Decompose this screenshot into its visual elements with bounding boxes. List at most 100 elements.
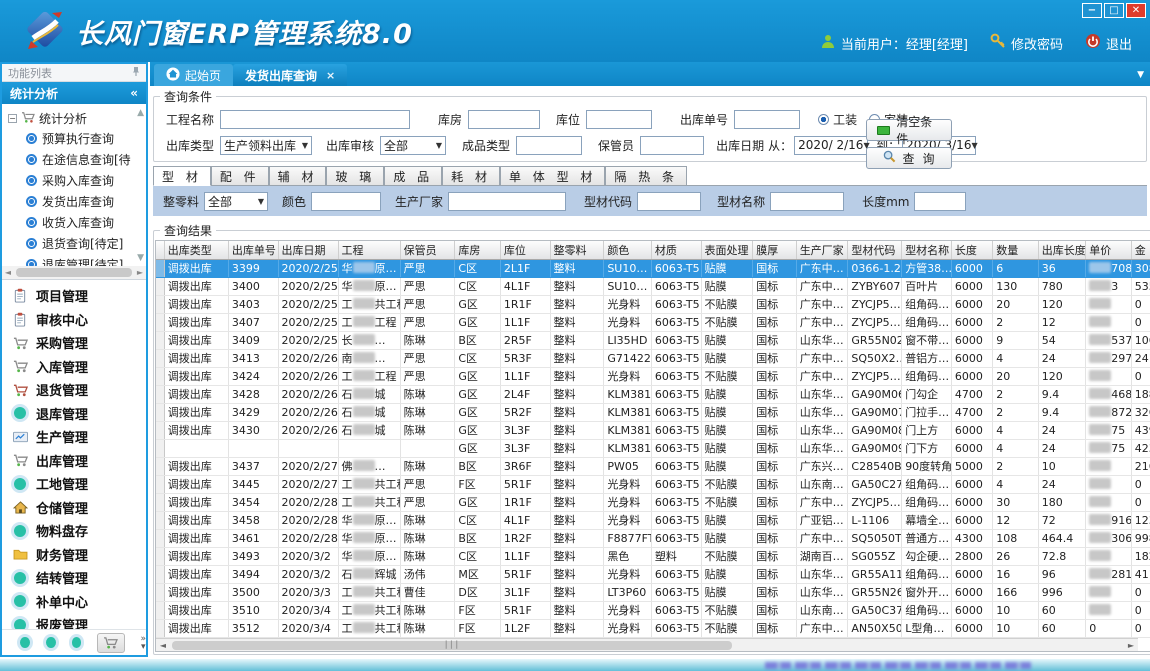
change-password-button[interactable]: 修改密码 [990, 33, 1063, 53]
column-header[interactable]: 型材代码 [848, 241, 902, 259]
more-modules-button[interactable]: »▾ [141, 635, 147, 651]
logout-button[interactable]: 退出 [1085, 33, 1132, 53]
sidebar-item-财务管理[interactable]: 财务管理 [2, 543, 146, 567]
sidebar-item-结转管理[interactable]: 结转管理 [2, 566, 146, 590]
order-no-input[interactable] [734, 110, 800, 129]
material-tab-3[interactable]: 辅 材 [269, 166, 327, 185]
project-name-input[interactable] [220, 110, 410, 129]
table-row[interactable]: 调拨出库34242020/2/26工工程严思G区1L1F整料光身料6063-T5… [156, 367, 1150, 385]
column-header[interactable]: 颜色 [604, 241, 652, 259]
tab-home[interactable]: 起始页 [154, 64, 233, 86]
material-tab-7[interactable]: 单 体 型 材 [500, 166, 605, 185]
tree-horizontal-scrollbar[interactable]: ◄ ► [2, 266, 146, 279]
column-header[interactable]: 数量 [993, 241, 1039, 259]
column-header[interactable]: 工程 [338, 241, 400, 259]
outbound-type-select[interactable]: 生产领料出库▼ [220, 136, 312, 155]
table-row[interactable]: G区3L3F整料KLM38176063-T5贴膜国标山东华…GA90M09.门下… [156, 439, 1150, 457]
column-header[interactable]: 出库日期 [278, 241, 338, 259]
radio-gongzhuang[interactable] [818, 114, 829, 125]
table-row[interactable]: 调拨出库35002020/3/3工共工程曹佳D区3L1F整料LT3P606063… [156, 583, 1150, 601]
scrollbar-thumb[interactable] [16, 268, 132, 277]
profile-code-input[interactable] [637, 192, 701, 211]
table-row[interactable]: 调拨出库34452020/2/27工共工程严思F区5R1F整料光身料6063-T… [156, 475, 1150, 493]
tab-shipment-outbound-query[interactable]: 发货出库查询 × [233, 64, 347, 86]
manufacturer-input[interactable] [448, 192, 566, 211]
module-dot-icon[interactable] [72, 637, 82, 648]
material-tab-2[interactable]: 配 件 [211, 166, 269, 185]
sidebar-item-入库管理[interactable]: 入库管理 [2, 355, 146, 379]
keeper-input[interactable] [640, 136, 704, 155]
column-header[interactable]: 保管员 [400, 241, 455, 259]
module-dot-icon[interactable] [20, 637, 30, 648]
tree-expander-icon[interactable]: − [8, 114, 17, 123]
tree-item[interactable]: 发货出库查询 [8, 191, 144, 212]
tree-root-statistics[interactable]: − 统计分析 [8, 108, 144, 128]
table-row[interactable]: 调拨出库34932020/3/2华原…陈琳C区1L1F整料黑色塑料不贴膜国标湖南… [156, 547, 1150, 565]
table-row[interactable]: 调拨出库34582020/2/28华原…陈琳C区4L1F整料光身料6063-T5… [156, 511, 1150, 529]
column-header[interactable]: 库房 [455, 241, 501, 259]
tab-list-caret-icon[interactable]: ▼ [1137, 70, 1144, 80]
material-tab-6[interactable]: 耗 材 [442, 166, 500, 185]
material-tab-8[interactable]: 隔 热 条 [605, 166, 687, 185]
sidebar-item-退库管理[interactable]: 退库管理 [2, 402, 146, 426]
material-tab-1[interactable]: 型 材 [153, 166, 211, 186]
collapse-icon[interactable]: « [130, 86, 138, 100]
table-row[interactable]: 调拨出库34132020/2/26南…严思C区5R3F整料G714226063-… [156, 349, 1150, 367]
column-header[interactable]: 膜厚 [753, 241, 796, 259]
column-header[interactable]: 库位 [500, 241, 550, 259]
sidebar-item-仓储管理[interactable]: 仓储管理 [2, 496, 146, 520]
sidebar-item-补单中心[interactable]: 补单中心 [2, 590, 146, 614]
tree-item[interactable]: 预算执行查询 [8, 128, 144, 149]
module-dot-icon[interactable] [46, 637, 56, 648]
horizontal-scrollbar[interactable]: ◄ ┃┃┃ ► [156, 638, 1138, 651]
sidebar-item-采购管理[interactable]: 采购管理 [2, 331, 146, 355]
pin-icon[interactable] [132, 66, 140, 80]
sidebar-item-工地管理[interactable]: 工地管理 [2, 472, 146, 496]
column-header[interactable]: 型材名称 [902, 241, 952, 259]
date-from-picker[interactable]: 2020/ 2/16▼ [794, 136, 868, 155]
profile-name-input[interactable] [770, 192, 844, 211]
sidebar-item-物料盘存[interactable]: 物料盘存 [2, 519, 146, 543]
sidebar-item-项目管理[interactable]: 项目管理 [2, 284, 146, 308]
tree-scroll-up-icon[interactable]: ▲ [137, 108, 144, 118]
cart-module-button[interactable] [97, 633, 124, 653]
scroll-right-icon[interactable]: ► [1124, 641, 1138, 650]
column-header[interactable]: 长度 [951, 241, 992, 259]
table-row[interactable]: 调拨出库34942020/3/2石辉城汤伟M区5R1F整料光身料6063-T5贴… [156, 565, 1150, 583]
material-tab-5[interactable]: 成 品 [384, 166, 442, 185]
scroll-right-icon[interactable]: ► [134, 268, 146, 277]
location-input[interactable] [586, 110, 652, 129]
tree-item[interactable]: 在途信息查询[待 [8, 149, 144, 170]
table-row[interactable]: 调拨出库34072020/2/25工工程严思G区1L1F整料光身料6063-T5… [156, 313, 1150, 331]
clear-conditions-button[interactable]: 清空条件 [866, 119, 952, 141]
sidebar-item-生产管理[interactable]: 生产管理 [2, 425, 146, 449]
table-row[interactable]: 调拨出库34032020/2/25工共工程严思G区1R1F整料光身料6063-T… [156, 295, 1150, 313]
tree-scroll-down-icon[interactable]: ▼ [137, 253, 144, 263]
minimize-button[interactable]: − [1082, 3, 1102, 18]
maximize-button[interactable]: □ [1104, 3, 1124, 18]
table-row[interactable]: 调拨出库33992020/2/25华原…严思C区2L1F整料SU10…6063-… [156, 259, 1150, 277]
table-row[interactable]: 调拨出库34372020/2/27佛…陈琳B区3R6F整料PW056063-T5… [156, 457, 1150, 475]
sidebar-item-出库管理[interactable]: 出库管理 [2, 449, 146, 473]
column-header[interactable]: 单价 [1086, 241, 1132, 259]
tree-item[interactable]: 收货入库查询 [8, 212, 144, 233]
length-input[interactable] [914, 192, 966, 211]
column-header[interactable]: 生产厂家 [796, 241, 848, 259]
warehouse-input[interactable] [468, 110, 540, 129]
table-row[interactable]: 调拨出库34002020/2/25华原…严思C区4L1F整料SU10…6063-… [156, 277, 1150, 295]
column-header[interactable]: 材质 [651, 241, 701, 259]
material-tab-4[interactable]: 玻 璃 [326, 166, 384, 185]
scroll-left-icon[interactable]: ◄ [2, 268, 14, 277]
column-header[interactable]: 金 [1131, 241, 1150, 259]
tab-close-icon[interactable]: × [326, 69, 335, 82]
audit-select[interactable]: 全部▼ [380, 136, 446, 155]
radio-gongzhuang-label[interactable]: 工装 [833, 111, 857, 128]
tree-item[interactable]: 退货查询[待定] [8, 233, 144, 254]
table-row[interactable]: 调拨出库34282020/2/26石城陈琳G区2L4F整料KLM38176063… [156, 385, 1150, 403]
hscrollbar-thumb[interactable]: ┃┃┃ [172, 641, 732, 650]
sidebar-item-审核中心[interactable]: 审核中心 [2, 308, 146, 332]
column-header[interactable]: 出库类型 [164, 241, 228, 259]
sidebar-item-退货管理[interactable]: 退货管理 [2, 378, 146, 402]
tree-item[interactable]: 采购入库查询 [8, 170, 144, 191]
close-button[interactable]: ✕ [1126, 3, 1146, 18]
